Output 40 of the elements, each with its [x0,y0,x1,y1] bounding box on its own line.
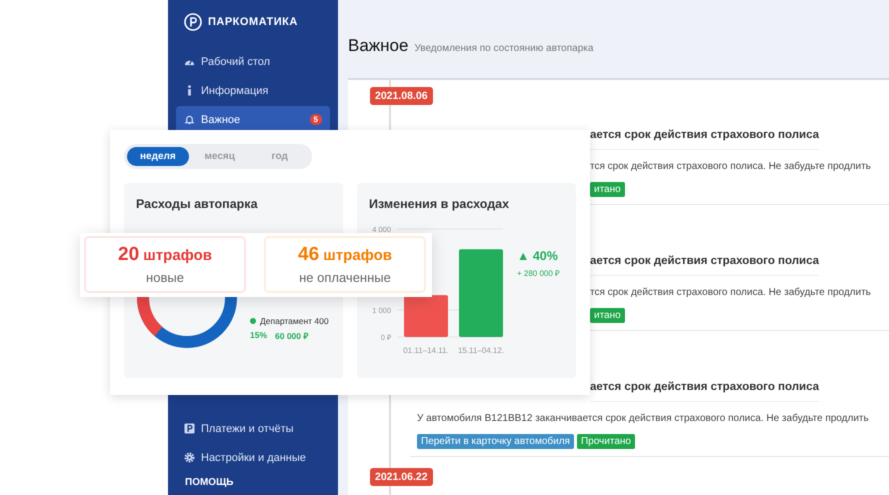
axis-category-label: 15.11–04.12. [458,346,504,355]
count-badge: 5 [310,114,322,125]
fines-count: 46 штрафов [298,244,392,266]
fines-caption: новые [146,270,184,285]
bar [404,295,448,337]
panel-title: Изменения в расходах [369,197,510,211]
date-badge: 2021.08.06 [370,87,433,105]
change-amount: + 280 000 ₽ [517,268,560,278]
notification-text: тся срок действия страхового полиса. Не забудьте продлить [590,286,871,300]
date-badge: 2021.06.22 [370,468,433,486]
sidebar-item[interactable]: Рабочий стол [176,48,330,75]
mark-read-button[interactable]: Прочитано [576,434,635,449]
panel-title: Расходы автопарка [136,197,259,211]
legend-amount: 60 000 ₽ [275,330,308,341]
bell-icon [184,114,195,125]
page-title: Важное [348,36,408,56]
sidebar-heading: ПОМОЩЬ [184,476,234,490]
open-car-card-button[interactable]: Перейти в карточку автомобиля [417,434,574,449]
legend-label: Департамент 400 [260,316,329,326]
sidebar-item[interactable]: Информация [176,77,330,104]
mark-read-button[interactable]: итано [590,182,625,197]
fines-caption: не оплаченные [299,270,391,285]
notification-title: ается срок действия страхового полиса [590,253,820,276]
notification-title: ается срок действия страхового полиса [590,379,820,402]
sidebar-item[interactable]: Настройки и данные [176,444,330,471]
legend-share: 15% [250,330,268,341]
notification-text: У автомобиля B121BB12 заканчивается срок действия страхового полиса. Не забудьте продлить [417,412,869,426]
notification-text: тся срок действия страхового полиса. Не забудьте продлить [590,160,871,174]
period-tab[interactable]: неделя [127,147,189,166]
page-subtitle: Уведомления по состоянию автопарка [414,42,594,54]
fines-count: 20 штрафов [118,244,212,266]
brand-name: ПАРКОМАТИКА [208,16,298,28]
change-percent: ▲ 40% [517,249,559,263]
axis-category-label: 01.11–14.11. [403,346,449,355]
notification-title: ается срок действия страхового полиса [590,127,820,150]
settings-icon [184,452,195,463]
parking-icon [184,423,195,434]
parking-logo-icon [184,13,202,31]
mark-read-button[interactable]: итано [590,308,625,323]
sidebar-item[interactable]: Платежи и отчёты [176,415,330,442]
